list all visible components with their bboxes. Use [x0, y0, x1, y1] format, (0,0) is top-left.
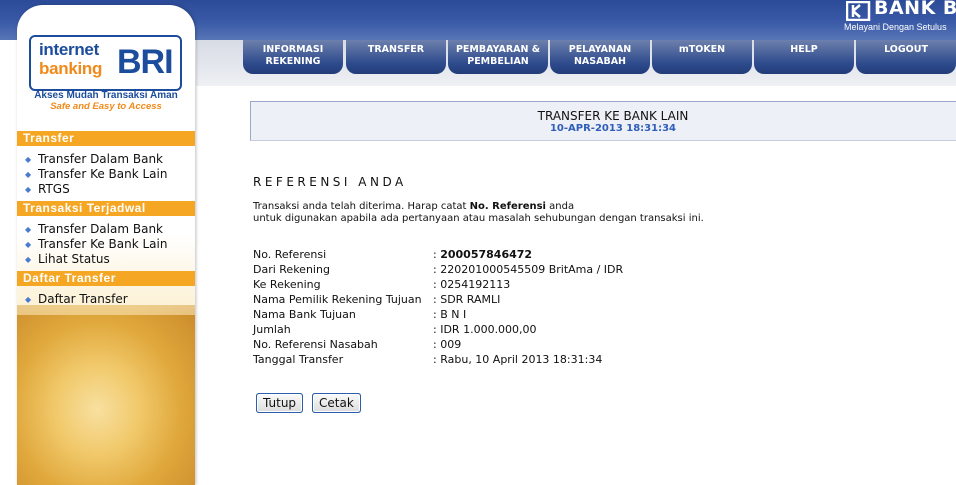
detail-label: No. Referensi — [253, 248, 327, 261]
internet-banking-logo: internet banking BRI — [29, 35, 182, 91]
logo-text-bri: BRI — [117, 43, 174, 81]
detail-value-text: B N I — [440, 308, 467, 321]
info-message-line2: untuk digunakan apabila ada pertanyaan a… — [253, 213, 704, 224]
nav-mtoken[interactable]: mTOKEN — [652, 40, 752, 74]
info-text-bold: No. Referensi — [469, 201, 546, 212]
detail-value-reference: : 200057846472 — [433, 248, 532, 261]
print-button[interactable]: Cetak — [312, 393, 361, 413]
nav-label: NASABAH — [573, 56, 627, 67]
nav-transfer[interactable]: TRANSFER — [346, 40, 446, 74]
detail-label: Nama Bank Tujuan — [253, 308, 356, 321]
nav-label: TRANSFER — [367, 44, 425, 55]
sidebar-item-label: Transfer Dalam Bank — [38, 152, 163, 166]
page-datetime: 10-APR-2013 18:31:34 — [549, 123, 677, 134]
sidebar-item-transfer-ke-bank-lain[interactable]: ◆ Transfer Ke Bank Lain — [25, 167, 167, 181]
nav-logout[interactable]: LOGOUT — [856, 40, 956, 74]
info-text: Transaksi anda telah diterima. Harap cat… — [253, 201, 470, 212]
bullet-icon: ◆ — [25, 240, 32, 249]
bullet-icon: ◆ — [25, 155, 32, 164]
sidebar-background-image — [17, 305, 195, 485]
sidebar-item-label: Transfer Dalam Bank — [38, 222, 163, 236]
section-header-daftar-transfer: Daftar Transfer — [17, 271, 195, 286]
top-nav: INFORMASI REKENING TRANSFER PEMBAYARAN & P… — [243, 40, 956, 76]
nav-pelayanan-nasabah[interactable]: PELAYANAN NASABAH — [550, 40, 650, 74]
tagline-en: Safe and Easy to Access — [50, 101, 162, 112]
nav-label: REKENING — [265, 56, 321, 67]
detail-label: Nama Pemilik Rekening Tujuan — [253, 293, 422, 306]
nav-label: LOGOUT — [884, 44, 928, 55]
bullet-icon: ◆ — [25, 295, 32, 304]
detail-value-text: 009 — [440, 338, 462, 351]
sidebar-item-terjadwal-ke-bank-lain[interactable]: ◆ Transfer Ke Bank Lain — [25, 237, 167, 251]
bank-name: BANK B — [874, 0, 956, 19]
bank-slogan: Melayani Dengan Setulus — [844, 22, 947, 32]
sidebar-item-transfer-dalam-bank[interactable]: ◆ Transfer Dalam Bank — [25, 152, 163, 166]
nav-label: PELAYANAN — [568, 44, 632, 55]
bullet-icon: ◆ — [25, 185, 32, 194]
detail-value-text: IDR 1.000.000,00 — [440, 323, 537, 336]
detail-label: Tanggal Transfer — [253, 353, 344, 366]
bullet-icon: ◆ — [25, 225, 32, 234]
page-title-box: TRANSFER KE BANK LAIN 10-APR-2013 18:31:… — [250, 101, 956, 141]
detail-value-text: 0254192113 — [440, 278, 511, 291]
detail-value-text: 220201000545509 BritAma / IDR — [440, 263, 624, 276]
bank-brand: BANK B Melayani Dengan Setulus — [844, 0, 956, 40]
detail-label: No. Referensi Nasabah — [253, 338, 378, 351]
separator: : — [433, 248, 437, 261]
logo-text-internet: internet — [39, 40, 99, 59]
logo-text-banking: banking — [39, 59, 103, 78]
nav-label: PEMBELIAN — [467, 56, 529, 67]
detail-value-text: SDR RAMLI — [440, 293, 501, 306]
detail-label: Jumlah — [253, 323, 291, 336]
separator: : — [433, 263, 437, 276]
nav-label: HELP — [790, 44, 818, 55]
sidebar-item-terjadwal-dalam-bank[interactable]: ◆ Transfer Dalam Bank — [25, 222, 163, 236]
sidebar-item-rtgs[interactable]: ◆ RTGS — [25, 182, 70, 196]
reference-number: 200057846472 — [440, 248, 533, 261]
info-text: anda — [546, 201, 575, 212]
section-header-transfer: Transfer — [17, 131, 195, 146]
sidebar-item-label: Daftar Transfer — [38, 292, 128, 306]
separator: : — [433, 278, 437, 291]
nav-pembayaran-pembelian[interactable]: PEMBAYARAN & PEMBELIAN — [448, 40, 548, 74]
bri-logo-icon — [846, 1, 871, 21]
detail-label: Ke Rekening — [253, 278, 321, 291]
info-message-line1: Transaksi anda telah diterima. Harap cat… — [253, 201, 574, 212]
sidebar-item-daftar-transfer[interactable]: ◆ Daftar Transfer — [25, 292, 128, 306]
detail-value: : Rabu, 10 April 2013 18:31:34 — [433, 353, 602, 366]
tagline-id: Akses Mudah Transaksi Aman — [34, 90, 178, 101]
detail-value: : SDR RAMLI — [433, 293, 500, 306]
sidebar-item-label: RTGS — [38, 182, 70, 196]
nav-help[interactable]: HELP — [754, 40, 854, 74]
sidebar-item-label: Transfer Ke Bank Lain — [38, 237, 168, 251]
section-header-transaksi-terjadwal: Transaksi Terjadwal — [17, 201, 195, 216]
detail-value: : IDR 1.000.000,00 — [433, 323, 537, 336]
sidebar: internet banking BRI Akses Mudah Transak… — [17, 5, 195, 485]
nav-informasi-rekening[interactable]: INFORMASI REKENING — [243, 40, 343, 74]
detail-value: : B N I — [433, 308, 466, 321]
separator: : — [433, 353, 437, 366]
separator: : — [433, 338, 437, 351]
detail-value-text: Rabu, 10 April 2013 18:31:34 — [440, 353, 603, 366]
detail-value: : 0254192113 — [433, 278, 510, 291]
bullet-icon: ◆ — [25, 170, 32, 179]
separator: : — [433, 308, 437, 321]
detail-value: : 220201000545509 BritAma / IDR — [433, 263, 623, 276]
nav-label: INFORMASI — [262, 44, 324, 55]
separator: : — [433, 293, 437, 306]
close-button[interactable]: Tutup — [256, 393, 304, 413]
sidebar-item-label: Lihat Status — [38, 252, 110, 266]
separator: : — [433, 323, 437, 336]
detail-label: Dari Rekening — [253, 263, 330, 276]
sidebar-item-lihat-status[interactable]: ◆ Lihat Status — [25, 252, 110, 266]
page-title: TRANSFER KE BANK LAIN — [537, 109, 689, 123]
detail-value: : 009 — [433, 338, 461, 351]
nav-label: PEMBAYARAN & — [455, 44, 541, 55]
nav-label: mTOKEN — [678, 44, 726, 55]
reference-heading: REFERENSI ANDA — [253, 175, 407, 189]
bullet-icon: ◆ — [25, 255, 32, 264]
sidebar-item-label: Transfer Ke Bank Lain — [38, 167, 168, 181]
